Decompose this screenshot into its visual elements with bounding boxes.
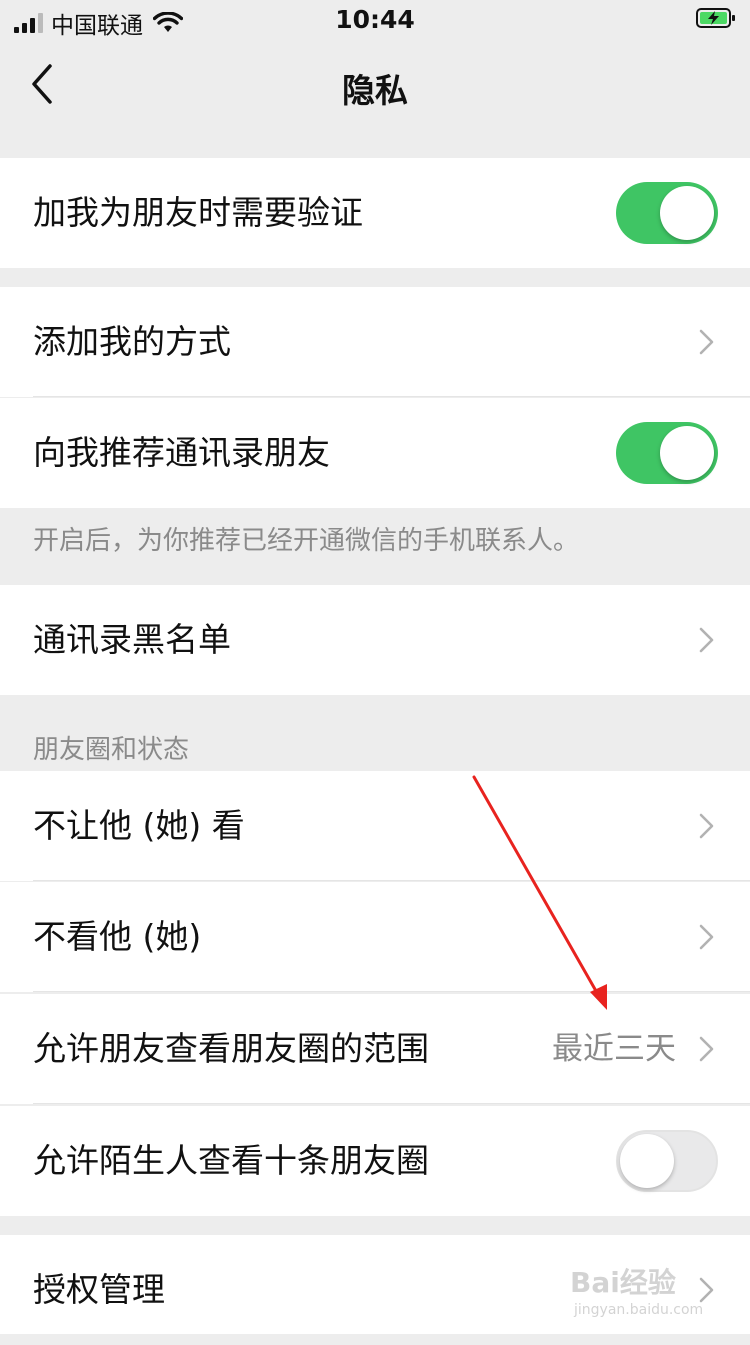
add-me-methods-label: 添加我的方式 — [33, 322, 231, 361]
contacts-blacklist-row[interactable]: 通讯录黑名单 — [0, 585, 750, 695]
nav-bar: 隐私 — [0, 40, 750, 128]
watermark-url: jingyan.baidu.com — [573, 1302, 703, 1318]
stranger-ten-posts-row[interactable]: 允许陌生人查看十条朋友圈 — [0, 1106, 750, 1216]
row-divider — [33, 396, 750, 397]
baidu-jingyan-watermark: Bai经验 jingyan.baidu.com — [570, 1266, 703, 1318]
visible-range-label: 允许朋友查看朋友圈的范围 — [33, 1029, 429, 1068]
watermark-brand: Bai经验 — [570, 1266, 676, 1299]
chevron-right-icon — [699, 329, 714, 355]
hide-their-posts-row[interactable]: 不看他 (她) — [0, 882, 750, 992]
row-divider — [33, 1103, 750, 1104]
verify-friend-toggle[interactable] — [616, 182, 718, 244]
authorization-label: 授权管理 — [33, 1270, 165, 1309]
visible-range-row[interactable]: 允许朋友查看朋友圈的范围 最近三天 — [0, 994, 750, 1104]
toggle-knob — [660, 426, 714, 480]
chevron-right-icon — [699, 627, 714, 653]
recommend-contacts-label: 向我推荐通讯录朋友 — [33, 433, 330, 472]
chevron-right-icon — [699, 924, 714, 950]
status-time: 10:44 — [335, 5, 415, 34]
verify-friend-row[interactable]: 加我为朋友时需要验证 — [0, 158, 750, 268]
recommend-contacts-toggle[interactable] — [616, 422, 718, 484]
chevron-right-icon — [699, 1036, 714, 1062]
moments-section-title: 朋友圈和状态 — [33, 735, 190, 765]
add-me-methods-row[interactable]: 添加我的方式 — [0, 287, 750, 397]
stranger-ten-posts-toggle[interactable] — [616, 1130, 718, 1192]
stranger-ten-posts-label: 允许陌生人查看十条朋友圈 — [33, 1141, 429, 1180]
hide-my-posts-label: 不让他 (她) 看 — [33, 806, 245, 845]
row-divider — [33, 880, 750, 881]
visible-range-value: 最近三天 — [552, 1031, 676, 1067]
verify-friend-label: 加我为朋友时需要验证 — [33, 193, 363, 232]
row-divider — [33, 991, 750, 992]
recommend-contacts-row[interactable]: 向我推荐通讯录朋友 — [0, 398, 750, 508]
battery-charging-icon — [696, 8, 735, 28]
toggle-knob — [660, 186, 714, 240]
hide-their-posts-label: 不看他 (她) — [33, 917, 202, 956]
toggle-knob — [620, 1134, 674, 1188]
contacts-blacklist-label: 通讯录黑名单 — [33, 620, 231, 659]
recommend-hint: 开启后，为你推荐已经开通微信的手机联系人。 — [33, 526, 580, 556]
page-title: 隐私 — [342, 71, 408, 110]
chevron-right-icon — [699, 813, 714, 839]
hide-my-posts-row[interactable]: 不让他 (她) 看 — [0, 771, 750, 881]
status-bar: 中国联通 10:44 — [0, 0, 750, 40]
